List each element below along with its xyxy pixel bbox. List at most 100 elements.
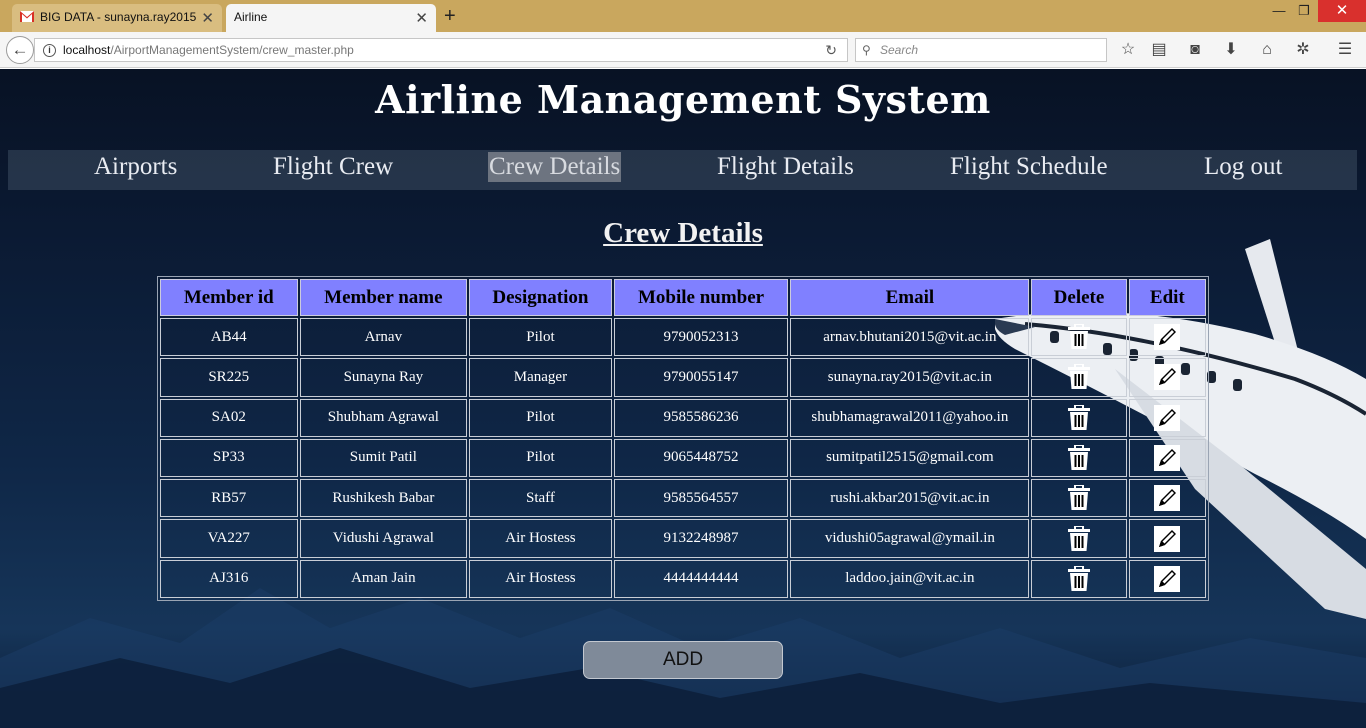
designation-cell: Pilot <box>469 318 612 357</box>
search-icon: ⚲ <box>862 43 871 57</box>
designation-cell: Pilot <box>469 438 612 478</box>
mobile-cell: 9065448752 <box>613 438 789 478</box>
minimize-icon[interactable]: — <box>1266 0 1292 22</box>
menu-item-flight-crew[interactable]: Flight Crew <box>272 152 394 182</box>
edit-icon[interactable] <box>1154 525 1181 552</box>
edit-icon[interactable] <box>1154 364 1181 391</box>
browser-tab-bar: BIG DATA - sunayna.ray2015 ✕ Airline ✕ +… <box>0 0 1366 32</box>
close-tab-icon[interactable]: ✕ <box>415 9 428 27</box>
table-row: SA02 Shubham Agrawal Pilot 9585586236 shubha… <box>160 398 1206 437</box>
mobile-cell: 9585564557 <box>613 479 789 518</box>
mobile-cell: 9790055147 <box>613 358 789 397</box>
page-content: Airline Management System Airports Fligh… <box>0 69 1366 728</box>
download-icon[interactable]: ⬇ <box>1220 38 1242 62</box>
edit-icon[interactable] <box>1154 565 1181 592</box>
edit-icon[interactable] <box>1154 324 1181 351</box>
column-header: Member id <box>160 279 298 316</box>
reading-list-icon[interactable]: ▤ <box>1148 38 1170 62</box>
gmail-icon <box>20 11 34 22</box>
edit-cell <box>1128 479 1206 518</box>
delete-cell <box>1031 479 1127 518</box>
delete-icon[interactable] <box>1067 565 1091 591</box>
mobile-cell: 9132248987 <box>613 519 789 558</box>
member-name-cell: Sumit Patil <box>299 438 468 478</box>
table-row: AB44 Arnav Pilot 9790052313 arnav.bhutani201… <box>160 318 1206 357</box>
url-path: /AirportManagementSystem/crew_master.php <box>110 43 354 57</box>
pocket-icon[interactable]: ◙ <box>1184 38 1206 62</box>
table-row: SR225 Sunayna Ray Manager 9790055147 sunayna… <box>160 358 1206 397</box>
search-input[interactable]: ⚲ Search <box>855 38 1107 62</box>
url-host: localhost <box>63 43 111 57</box>
member-id-cell: AB44 <box>160 318 298 357</box>
delete-icon[interactable] <box>1067 404 1091 430</box>
menu-icon[interactable]: ☰ <box>1334 38 1356 62</box>
email-cell: laddoo.jain@vit.ac.in <box>790 559 1030 598</box>
delete-icon[interactable] <box>1067 364 1091 390</box>
table-row: AJ316 Aman Jain Air Hostess 4444444444 laddo… <box>160 559 1206 598</box>
section-title: Crew Details <box>0 217 1366 250</box>
delete-icon[interactable] <box>1067 485 1091 511</box>
site-title: Airline Management System <box>375 77 991 122</box>
browser-tab-gmail[interactable]: BIG DATA - sunayna.ray2015 ✕ <box>12 4 222 32</box>
menu-item-flight-schedule[interactable]: Flight Schedule <box>949 152 1109 182</box>
browser-tab-airline[interactable]: Airline ✕ <box>226 4 436 32</box>
member-id-cell: SP33 <box>160 438 298 478</box>
column-header: Designation <box>469 279 612 316</box>
edit-icon[interactable] <box>1154 444 1181 471</box>
menu-item-flight-details[interactable]: Flight Details <box>716 152 855 182</box>
email-cell: shubhamagrawal2011@yahoo.in <box>790 398 1030 437</box>
member-id-cell: VA227 <box>160 519 298 558</box>
email-cell: sumitpatil2515@gmail.com <box>790 438 1030 478</box>
new-tab-icon[interactable]: + <box>444 5 456 28</box>
extension-icon[interactable]: ✲ <box>1292 38 1314 62</box>
mobile-cell: 9790052313 <box>613 318 789 357</box>
search-placeholder: Search <box>880 43 919 57</box>
designation-cell: Air Hostess <box>469 519 612 558</box>
home-icon[interactable]: ⌂ <box>1256 38 1278 62</box>
menu-item-log-out[interactable]: Log out <box>1203 152 1283 182</box>
main-menu: Airports Flight Crew Crew Details Flight… <box>8 150 1357 190</box>
crew-table: Member id Member name Designation Mobile… <box>157 276 1209 601</box>
crew-details-heading: Crew Details <box>603 217 763 249</box>
close-tab-icon[interactable]: ✕ <box>201 9 214 27</box>
designation-cell: Air Hostess <box>469 559 612 598</box>
info-icon[interactable]: i <box>43 44 56 57</box>
email-cell: sunayna.ray2015@vit.ac.in <box>790 358 1030 397</box>
edit-cell <box>1128 398 1206 437</box>
member-id-cell: SR225 <box>160 358 298 397</box>
delete-cell <box>1031 398 1127 437</box>
member-name-cell: Shubham Agrawal <box>299 398 468 437</box>
column-header: Delete <box>1031 279 1127 316</box>
edit-cell <box>1128 438 1206 478</box>
address-bar[interactable]: i localhost/AirportManagementSystem/crew… <box>34 38 848 62</box>
star-icon[interactable]: ☆ <box>1117 38 1139 62</box>
delete-cell <box>1031 438 1127 478</box>
back-icon[interactable]: ← <box>6 36 34 64</box>
mobile-cell: 4444444444 <box>613 559 789 598</box>
table-row: RB57 Rushikesh Babar Staff 9585564557 rushi.… <box>160 479 1206 518</box>
delete-icon[interactable] <box>1067 444 1091 470</box>
column-header: Edit <box>1128 279 1206 316</box>
delete-icon[interactable] <box>1067 525 1091 551</box>
designation-cell: Staff <box>469 479 612 518</box>
delete-icon[interactable] <box>1067 324 1091 350</box>
table-row: SP33 Sumit Patil Pilot 9065448752 sumitpatil… <box>160 438 1206 478</box>
designation-cell: Manager <box>469 358 612 397</box>
email-cell: rushi.akbar2015@vit.ac.in <box>790 479 1030 518</box>
menu-item-airports[interactable]: Airports <box>93 152 178 182</box>
member-name-cell: Sunayna Ray <box>299 358 468 397</box>
member-name-cell: Aman Jain <box>299 559 468 598</box>
maximize-icon[interactable]: ❐ <box>1292 0 1316 22</box>
add-button[interactable]: ADD <box>583 641 783 679</box>
designation-cell: Pilot <box>469 398 612 437</box>
edit-cell <box>1128 358 1206 397</box>
email-cell: arnav.bhutani2015@vit.ac.in <box>790 318 1030 357</box>
window-close-icon[interactable]: ✕ <box>1318 0 1366 22</box>
tab-title: Airline <box>234 10 268 24</box>
menu-item-crew-details[interactable]: Crew Details <box>488 152 622 182</box>
edit-icon[interactable] <box>1154 404 1181 431</box>
reload-icon[interactable]: ↻ <box>825 39 837 61</box>
edit-cell <box>1128 519 1206 558</box>
column-header: Member name <box>299 279 468 316</box>
edit-icon[interactable] <box>1154 485 1181 512</box>
